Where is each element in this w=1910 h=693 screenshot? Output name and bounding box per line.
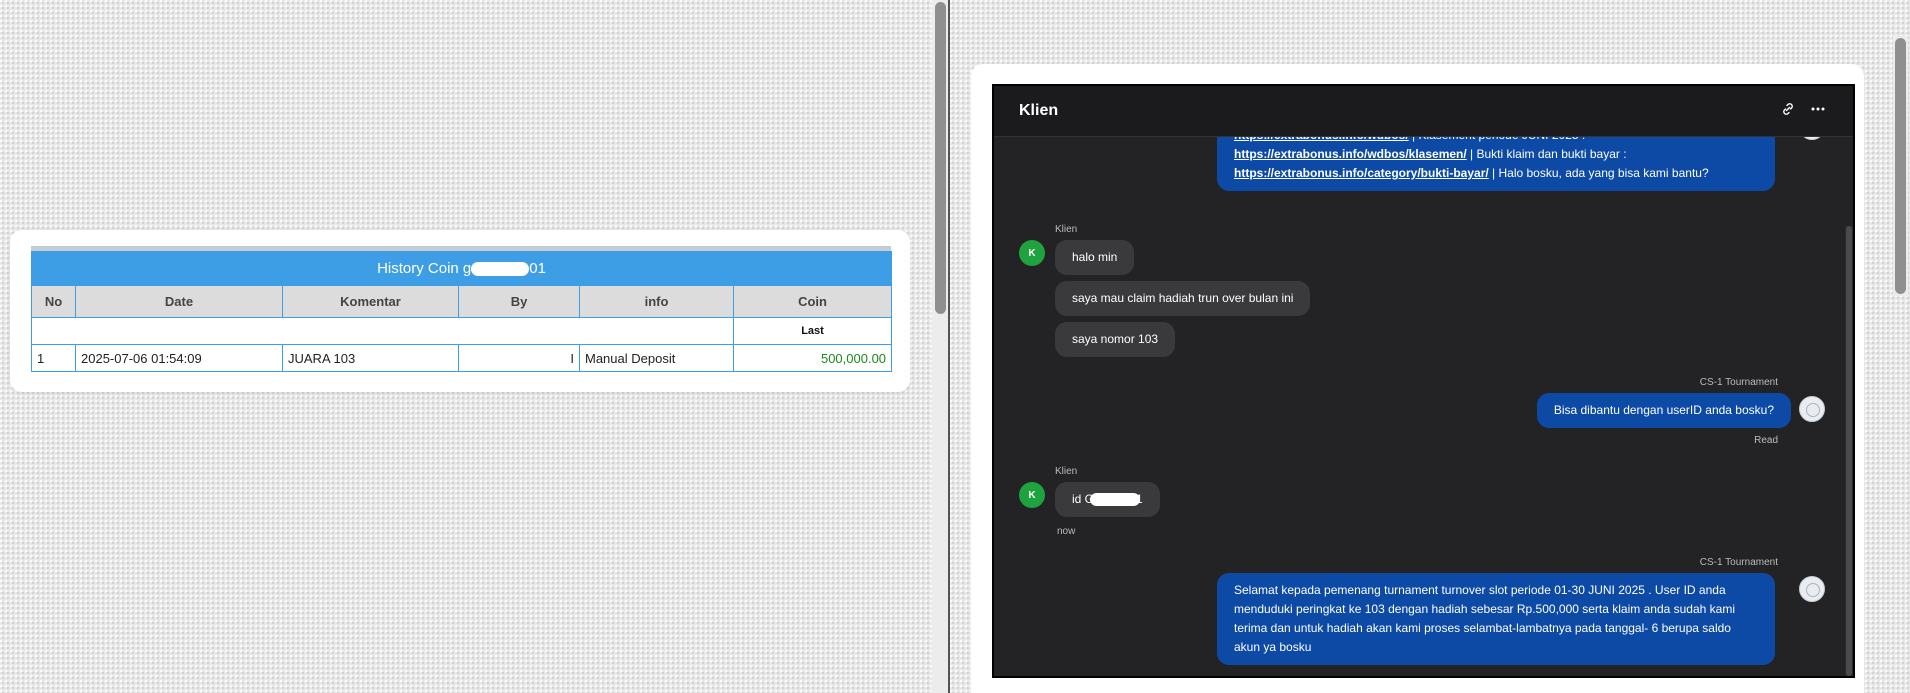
client-sender-label: Klien [1055,466,1078,477]
cell-info: Manual Deposit [579,344,734,372]
userid-suffix: 1 [1136,492,1143,506]
col-header-coin[interactable]: Coin [732,285,893,318]
cell-no: 1 [31,344,76,372]
table-title-suffix: 01 [529,260,546,277]
table-title: History Coin g 01 [30,251,893,286]
subheader-last: Last [732,317,893,345]
client-message: saya nomor 103 [1055,322,1176,357]
client-message-userid: id G1 [1055,482,1160,517]
col-header-by[interactable]: By [458,285,580,318]
client-avatar: K [1019,482,1045,508]
link-bukti-bayar[interactable]: https://extrabonus.info/category/bukti-b… [1234,166,1489,180]
subheader-empty [31,317,734,345]
table-title-prefix: History Coin g [377,260,472,277]
table-row: 1 2025-07-06 01:54:09 JUARA 103 I Manual… [31,344,893,372]
chat-window: https://extrabonus.info/wdbos/ | Klaseme… [992,84,1855,678]
table-top-strip [31,246,891,251]
agent-message: Selamat kepada pemenang turnament turnov… [1217,573,1775,665]
link-icon[interactable] [1780,101,1796,122]
cell-by: I [458,344,580,372]
link-text-2: | Bukti klaim dan bukti bayar : [1466,147,1627,161]
agent-avatar [1799,396,1825,422]
cell-komentar: JUARA 103 [282,344,459,372]
read-receipt: Read [1754,435,1778,446]
more-icon[interactable] [1810,101,1826,122]
agent-sender-label: CS-1 Tournament [1699,377,1778,388]
timestamp: now [1057,526,1076,537]
chat-title: Klien [1019,102,1059,119]
left-pane-scrollbar-thumb[interactable] [935,2,946,314]
table-cutoff [21,372,881,378]
agent-avatar [1799,576,1825,602]
col-header-info[interactable]: info [579,285,734,318]
cell-date: 2025-07-06 01:54:09 [75,344,283,372]
client-message: halo min [1055,240,1135,275]
redacted-userid [1090,493,1141,507]
cell-coin: 500,000.00 [732,344,893,372]
chat-scrollbar-thumb[interactable] [1846,226,1852,676]
client-sender-label: Klien [1055,224,1078,235]
redacted-username [471,262,530,277]
client-message: saya mau claim hadiah trun over bulan in… [1055,281,1311,316]
col-header-no[interactable]: No [31,285,76,318]
pane-divider[interactable] [948,0,950,693]
client-avatar: K [1019,240,1045,266]
link-text-3: | Halo bosku, ada yang bisa kami bantu? [1488,166,1709,180]
col-header-komentar[interactable]: Komentar [282,285,459,318]
chat-header: Klien [994,86,1853,137]
agent-sender-label: CS-1 Tournament [1699,557,1778,568]
agent-message: Bisa dibantu dengan userID anda bosku? [1536,393,1791,428]
link-klasemen[interactable]: https://extrabonus.info/wdbos/klasemen/ [1234,147,1467,161]
history-card: History Coin g 01 No Date Komentar By inf… [10,230,910,392]
page-scrollbar-thumb[interactable] [1895,38,1906,294]
history-coin-table: History Coin g 01 No Date Komentar By inf… [30,251,893,372]
subheader-row: Last [31,317,893,345]
col-header-date[interactable]: Date [75,285,283,318]
